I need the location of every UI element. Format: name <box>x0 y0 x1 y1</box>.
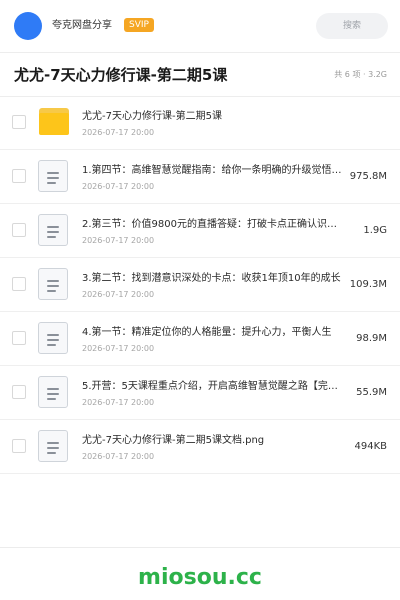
avatar[interactable] <box>14 12 42 40</box>
file-date: 2026-07-17 20:00 <box>82 236 155 245</box>
file-date: 2026-07-17 20:00 <box>82 290 155 299</box>
select-checkbox[interactable] <box>12 439 26 453</box>
document-icon <box>37 214 71 248</box>
file-date: 2026-07-17 20:00 <box>82 452 155 461</box>
select-checkbox[interactable] <box>12 385 26 399</box>
document-icon <box>37 322 71 356</box>
file-row[interactable]: 5.开营：5天课程重点介绍，开启高维智慧觉醒之路【完结】 2026-07-17 … <box>0 366 400 420</box>
search-input[interactable] <box>316 13 388 39</box>
file-name: 2.第三节：价值9800元的直播答疑：打破卡点正确认识自己 <box>82 219 342 230</box>
file-date: 2026-07-17 20:00 <box>82 344 155 353</box>
file-size: 494KB <box>354 441 387 452</box>
title-bar: 尤尤-7天心力修行课-第二期5课 共 6 项 · 3.2G <box>0 52 400 97</box>
document-icon <box>37 268 71 302</box>
svip-badge: SVIP <box>124 18 154 32</box>
file-size: 109.3M <box>349 279 387 290</box>
file-row[interactable]: 2.第三节：价值9800元的直播答疑：打破卡点正确认识自己 2026-07-17… <box>0 204 400 258</box>
folder-icon <box>37 106 71 140</box>
select-checkbox[interactable] <box>12 169 26 183</box>
file-size: 98.9M <box>356 333 387 344</box>
top-bar: 夸克网盘分享 SVIP <box>0 0 400 53</box>
file-date: 2026-07-17 20:00 <box>82 128 155 137</box>
file-row[interactable]: 尤尤-7天心力修行课-第二期5课文档.png 2026-07-17 20:00 … <box>0 420 400 474</box>
document-icon <box>37 160 71 194</box>
watermark-brand: miosou.cc <box>138 565 262 590</box>
select-checkbox[interactable] <box>12 115 26 129</box>
file-row[interactable]: 3.第二节：找到潜意识深处的卡点：收获1年顶10年的成长 2026-07-17 … <box>0 258 400 312</box>
folder-row[interactable]: 尤尤-7天心力修行课-第二期5课 2026-07-17 20:00 <box>0 96 400 150</box>
file-date: 2026-07-17 20:00 <box>82 398 155 407</box>
file-size: 1.9G <box>363 225 387 236</box>
document-icon <box>37 430 71 464</box>
file-name: 3.第二节：找到潜意识深处的卡点：收获1年顶10年的成长 <box>82 273 341 284</box>
file-name: 尤尤-7天心力修行课-第二期5课文档.png <box>82 435 265 446</box>
file-name: 5.开营：5天课程重点介绍，开启高维智慧觉醒之路【完结】 <box>82 381 342 392</box>
file-list: 尤尤-7天心力修行课-第二期5课 2026-07-17 20:00 1.第四节：… <box>0 96 400 474</box>
sharer-name: 夸克网盘分享 <box>52 20 112 31</box>
file-row[interactable]: 4.第一节：精准定位你的人格能量：提升心力，平衡人生 2026-07-17 20… <box>0 312 400 366</box>
file-date: 2026-07-17 20:00 <box>82 182 155 191</box>
select-checkbox[interactable] <box>12 277 26 291</box>
item-summary: 共 6 项 · 3.2G <box>334 70 387 79</box>
select-checkbox[interactable] <box>12 223 26 237</box>
file-size: 975.8M <box>349 171 387 182</box>
file-name: 尤尤-7天心力修行课-第二期5课 <box>82 111 222 122</box>
file-size: 55.9M <box>356 387 387 398</box>
select-checkbox[interactable] <box>12 331 26 345</box>
document-icon <box>37 376 71 410</box>
page-title: 尤尤-7天心力修行课-第二期5课 <box>14 66 228 84</box>
file-name: 4.第一节：精准定位你的人格能量：提升心力，平衡人生 <box>82 327 332 338</box>
footer-divider <box>0 547 400 548</box>
file-name: 1.第四节：高维智慧觉醒指南：给你一条明确的升级觉悟之路 <box>82 165 342 176</box>
file-row[interactable]: 1.第四节：高维智慧觉醒指南：给你一条明确的升级觉悟之路 2026-07-17 … <box>0 150 400 204</box>
